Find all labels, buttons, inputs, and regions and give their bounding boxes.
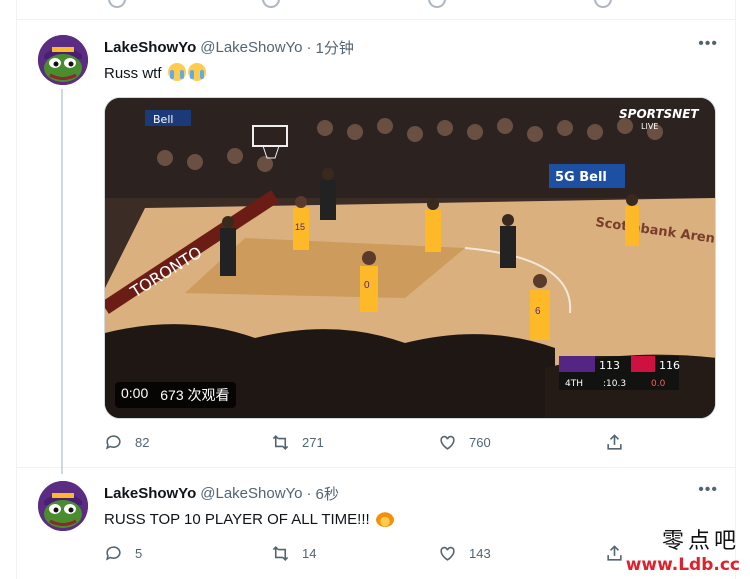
heart-icon [440, 435, 455, 450]
reply-icon [105, 435, 121, 450]
share-icon[interactable] [594, 0, 612, 8]
retweet-count: 271 [302, 435, 324, 450]
previous-tweet-actions-strip [16, 0, 736, 20]
jersey-number: 0 [364, 280, 370, 291]
avatar[interactable] [38, 35, 88, 85]
heart-icon [440, 546, 455, 561]
jersey-number: 6 [535, 306, 541, 317]
timestamp[interactable]: 6秒 [316, 483, 339, 504]
score-raptors: 116 [659, 359, 680, 372]
tweet-text-content: Russ wtf [104, 65, 162, 82]
like-count: 143 [469, 546, 491, 561]
retweet-icon[interactable] [262, 0, 280, 8]
separator: · [306, 485, 312, 502]
tweet-actions: 5 14 143 [104, 544, 624, 563]
loudly-crying-face-icon [167, 63, 186, 81]
more-options-icon[interactable]: ••• [698, 35, 718, 53]
pepe-lakers-avatar-icon [38, 481, 88, 531]
pepe-lakers-avatar-icon [38, 35, 88, 85]
sponsor-board-5g: 5G Bell [555, 170, 607, 185]
loudly-crying-face-icon [187, 63, 206, 81]
tweet-actions: 82 271 760 [104, 433, 624, 452]
video-player[interactable]: TORONTO Scotiabank Arena Bell 5G Bell 15… [104, 97, 716, 419]
retweet-count: 14 [302, 546, 317, 561]
retweet-icon [272, 546, 289, 561]
video-views: 673 次观看 [160, 387, 230, 403]
quarter: 4TH [565, 379, 583, 389]
display-name[interactable]: LakeShowYo [104, 39, 196, 56]
reply-count: 82 [135, 435, 150, 450]
tweet-text: Russ wtf [104, 63, 206, 82]
reply-button[interactable]: 5 [104, 544, 234, 563]
shot-clock: 0.0 [651, 379, 666, 389]
video-time-badge: 0:00 673 次观看 [115, 382, 236, 408]
game-clock: :10.3 [603, 379, 626, 389]
like-icon[interactable] [428, 0, 446, 8]
retweet-button[interactable]: 14 [271, 544, 401, 563]
broadcaster-live: LIVE [641, 122, 658, 131]
tweet-header: LakeShowYo @LakeShowYo · 6秒 [104, 483, 339, 504]
like-count: 760 [469, 435, 491, 450]
separator: · [306, 39, 312, 56]
video-time: 0:00 [121, 385, 149, 401]
avatar[interactable] [38, 481, 88, 531]
reply-icon[interactable] [108, 0, 126, 8]
like-button[interactable]: 760 [438, 433, 568, 452]
jersey-number: 15 [295, 222, 305, 232]
reply-button[interactable]: 82 [104, 433, 234, 452]
retweet-button[interactable]: 271 [271, 433, 401, 452]
thread-connector [61, 89, 63, 474]
site-watermark: 零点吧 www.Ldb.cc [626, 523, 740, 575]
tweet-text-content: RUSS TOP 10 PLAYER OF ALL TIME!!! [104, 511, 370, 528]
tweet[interactable]: LakeShowYo @LakeShowYo · 1分钟 ••• Russ wt… [16, 21, 736, 474]
like-button[interactable]: 143 [438, 544, 568, 563]
timestamp[interactable]: 1分钟 [316, 37, 354, 58]
user-handle[interactable]: @LakeShowYo [200, 39, 302, 56]
score-lakers: 113 [599, 359, 620, 372]
share-button[interactable] [605, 433, 624, 452]
reply-icon [105, 546, 121, 561]
watermark-url: www.Ldb.cc [625, 555, 740, 575]
tweet-header: LakeShowYo @LakeShowYo · 1分钟 [104, 37, 354, 58]
video-frame: TORONTO Scotiabank Arena Bell 5G Bell 15… [105, 98, 715, 418]
sponsor-board: Bell [153, 113, 173, 126]
broadcaster-logo: SPORTSNET [619, 107, 699, 121]
fire-icon [375, 509, 394, 527]
tweet-text: RUSS TOP 10 PLAYER OF ALL TIME!!! [104, 509, 394, 528]
share-button[interactable] [605, 544, 624, 563]
share-icon [607, 434, 622, 450]
user-handle[interactable]: @LakeShowYo [200, 485, 302, 502]
retweet-icon [272, 435, 289, 450]
share-icon [607, 545, 622, 561]
watermark-chinese: 零点吧 [661, 529, 740, 554]
reply-count: 5 [135, 546, 143, 561]
scoreboard: 113 116 4TH :10.3 0.0 [559, 356, 680, 390]
more-options-icon[interactable]: ••• [698, 481, 718, 499]
display-name[interactable]: LakeShowYo [104, 485, 196, 502]
